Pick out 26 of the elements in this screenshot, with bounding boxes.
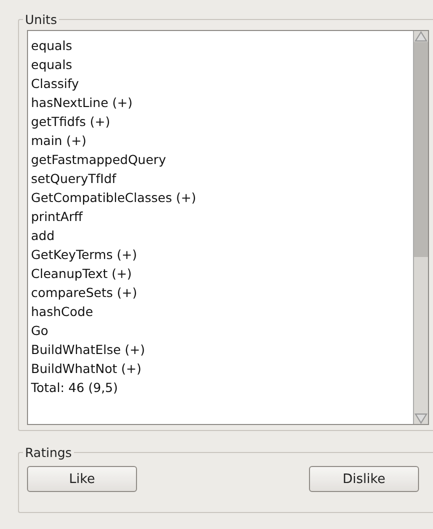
list-item[interactable]: hasNextLine (+) bbox=[31, 94, 413, 113]
list-item[interactable]: main (+) bbox=[31, 132, 413, 151]
group-title: Units bbox=[24, 12, 58, 27]
rating-button[interactable]: Dislike bbox=[309, 466, 419, 492]
list-item[interactable]: equals bbox=[31, 37, 413, 56]
scroll-down-icon[interactable] bbox=[414, 413, 428, 424]
list-item[interactable]: GetCompatibleClasses (+) bbox=[31, 189, 413, 208]
list-item[interactable]: BuildWhatElse (+) bbox=[31, 341, 413, 360]
list-item[interactable]: BuildWhatNot (+) bbox=[31, 360, 413, 379]
list-item[interactable]: compareSets (+) bbox=[31, 284, 413, 303]
list-item[interactable]: getTfidfs (+) bbox=[31, 113, 413, 132]
list-item[interactable]: setQueryTfIdf bbox=[31, 170, 413, 189]
list-item[interactable]: GetKeyTerms (+) bbox=[31, 246, 413, 265]
list-item[interactable]: CleanupText (+) bbox=[31, 265, 413, 284]
list-item[interactable]: printArff bbox=[31, 208, 413, 227]
list-item[interactable]: add bbox=[31, 227, 413, 246]
rating-button[interactable]: Like bbox=[27, 466, 137, 492]
list-item[interactable]: getFastmappedQuery bbox=[31, 151, 413, 170]
list-item[interactable]: Classify bbox=[31, 75, 413, 94]
list-item[interactable]: hashCode bbox=[31, 303, 413, 322]
list-item[interactable]: Go bbox=[31, 322, 413, 341]
list-item[interactable]: equals bbox=[31, 56, 413, 75]
scroll-thumb[interactable] bbox=[414, 42, 428, 258]
list-item[interactable]: Total: 46 (9,5) bbox=[31, 379, 413, 398]
group-title: Ratings bbox=[24, 445, 73, 460]
scrollbar[interactable] bbox=[413, 31, 428, 424]
